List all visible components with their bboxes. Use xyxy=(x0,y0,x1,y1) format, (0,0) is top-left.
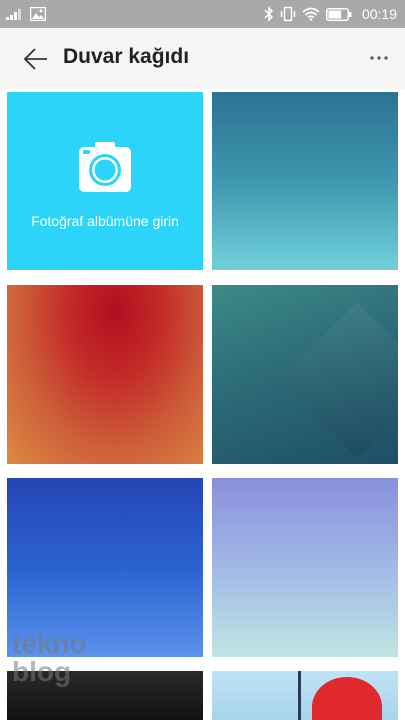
wallpaper-thumbnail[interactable] xyxy=(212,92,398,270)
sailboat-mast xyxy=(298,671,301,720)
image-notification-icon xyxy=(30,7,46,21)
wifi-icon xyxy=(302,7,320,21)
status-time: 00:19 xyxy=(361,6,397,22)
watermark-line-2: blog xyxy=(12,656,72,687)
wallpaper-thumbnail[interactable] xyxy=(212,478,398,657)
sailboat-sail xyxy=(312,677,382,720)
watermark-logo: tekno blog xyxy=(12,630,87,686)
more-options-button[interactable] xyxy=(365,44,393,72)
camera-icon xyxy=(79,142,131,192)
signal-icon xyxy=(6,9,21,20)
wallpaper-screen: 00:19 Duvar kağıdı Fotoğraf albümüne gir… xyxy=(0,0,405,720)
status-left xyxy=(6,5,46,23)
vibrate-icon xyxy=(280,6,296,22)
battery-icon xyxy=(325,7,352,21)
page-title: Duvar kağıdı xyxy=(63,45,190,68)
status-bar: 00:19 xyxy=(0,0,405,28)
back-arrow-icon xyxy=(23,48,47,70)
wallpaper-thumbnail[interactable] xyxy=(212,285,398,464)
watermark-line-1: tekno xyxy=(12,628,87,659)
wallpaper-thumbnail[interactable] xyxy=(212,671,398,720)
app-bar: Duvar kağıdı xyxy=(0,28,405,89)
bluetooth-icon xyxy=(264,6,274,22)
more-dots-icon xyxy=(370,56,388,60)
status-right: 00:19 xyxy=(258,4,397,24)
open-photo-album-label: Fotoğraf albümüne girin xyxy=(31,213,179,229)
wallpaper-thumbnail[interactable] xyxy=(7,285,203,464)
back-button[interactable] xyxy=(16,42,56,76)
open-photo-album-tile[interactable]: Fotoğraf albümüne girin xyxy=(7,92,203,270)
